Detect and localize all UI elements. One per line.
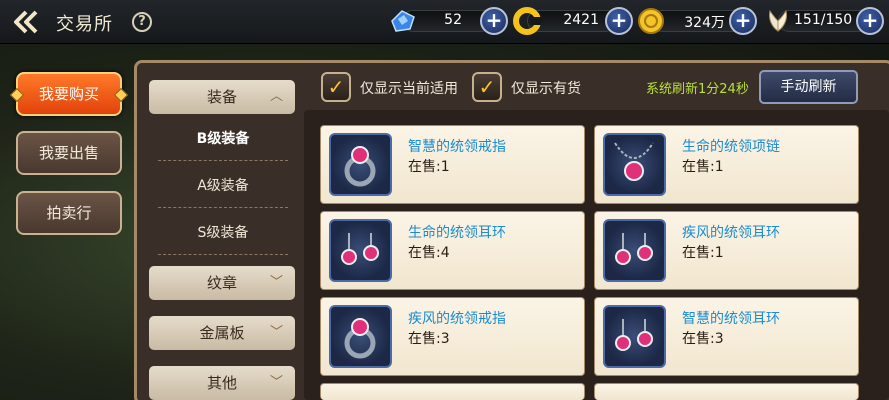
item-card[interactable]: 生命的统领项链 在售:1 <box>594 125 859 204</box>
blue-crystal-icon <box>388 7 416 35</box>
item-stock: 在售:1 <box>682 245 724 261</box>
sub-category-s[interactable]: S级装备 <box>158 215 288 255</box>
tab-sell[interactable]: 我要出售 <box>16 131 122 175</box>
gold-c-coin-icon <box>513 7 541 35</box>
diamond-ornament-icon <box>9 87 25 103</box>
resource-gold: 324万 + <box>637 7 759 35</box>
filter-in-stock-label: 仅显示有货 <box>511 81 581 97</box>
item-name: 疾风的统领耳环 <box>682 225 780 241</box>
filter-in-stock-checkbox[interactable]: ✓ <box>472 72 502 102</box>
add-c-coin-button[interactable]: + <box>605 7 633 35</box>
item-stock: 在售:3 <box>408 331 450 347</box>
help-icon[interactable]: ? <box>132 12 152 32</box>
tab-auction[interactable]: 拍卖行 <box>16 191 122 235</box>
item-stock: 在售:4 <box>408 245 450 261</box>
category-equipment-label: 装备 <box>206 88 237 106</box>
sub-category-b[interactable]: B级装备 <box>158 121 288 161</box>
item-card[interactable]: 智慧的统领戒指 在售:1 <box>320 125 585 204</box>
back-arrow-icon[interactable] <box>10 8 40 36</box>
necklace-icon <box>603 133 666 196</box>
gold-coin-icon <box>637 7 665 35</box>
refresh-timer: 系统刷新1分24秒 <box>646 82 749 97</box>
resource-stamina: 151/150 + <box>764 7 886 35</box>
chevron-down-icon: ﹀ <box>269 325 283 340</box>
manual-refresh-button[interactable]: 手动刷新 <box>759 70 858 104</box>
c-coin-value: 2421 <box>563 12 599 28</box>
category-other-label: 其他 <box>206 374 237 392</box>
add-gold-button[interactable]: + <box>729 7 757 35</box>
category-equipment[interactable]: 装备 ︿ <box>149 80 295 114</box>
item-name: 智慧的统领戒指 <box>408 139 506 155</box>
tab-auction-label: 拍卖行 <box>46 204 92 222</box>
chevron-up-icon: ︿ <box>269 89 283 104</box>
ring-icon <box>329 133 392 196</box>
gold-value: 324万 <box>684 15 725 31</box>
tab-buy-label: 我要购买 <box>38 85 99 103</box>
item-card[interactable]: 疾风的统领戒指 在售:3 <box>320 297 585 376</box>
item-name: 生命的统领耳环 <box>408 225 506 241</box>
earring-icon <box>329 219 392 282</box>
earring-icon <box>603 219 666 282</box>
resource-crystal: 52 + <box>388 7 508 35</box>
tab-sell-label: 我要出售 <box>38 144 99 162</box>
item-card-partial[interactable] <box>594 383 859 400</box>
item-name: 疾风的统领戒指 <box>408 311 506 327</box>
category-metal-plate-label: 金属板 <box>199 324 245 342</box>
category-emblem[interactable]: 纹章 ﹀ <box>149 266 295 300</box>
checkmark-icon: ✓ <box>327 75 345 99</box>
item-name: 生命的统领项链 <box>682 139 780 155</box>
item-stock: 在售:3 <box>682 331 724 347</box>
item-card[interactable]: 生命的统领耳环 在售:4 <box>320 211 585 290</box>
tab-buy[interactable]: 我要购买 <box>9 72 129 116</box>
crystal-value: 52 <box>444 12 462 28</box>
chevron-down-icon: ﹀ <box>269 275 283 290</box>
category-other[interactable]: 其他 ﹀ <box>149 366 295 400</box>
add-crystal-button[interactable]: + <box>480 7 508 35</box>
item-card-partial[interactable] <box>320 383 585 400</box>
category-emblem-label: 纹章 <box>206 274 237 292</box>
item-stock: 在售:1 <box>682 159 724 175</box>
chevron-down-icon: ﹀ <box>269 375 283 390</box>
diamond-ornament-icon <box>113 87 129 103</box>
filter-applicable-checkbox[interactable]: ✓ <box>321 72 351 102</box>
item-name: 智慧的统领耳环 <box>682 311 780 327</box>
page-title: 交易所 <box>56 14 113 35</box>
earring-icon <box>603 305 666 368</box>
filter-applicable-label: 仅显示当前适用 <box>360 81 458 97</box>
ring-icon <box>329 305 392 368</box>
resource-c-coin: 2421 + <box>513 7 635 35</box>
item-stock: 在售:1 <box>408 159 450 175</box>
sub-category-a[interactable]: A级装备 <box>158 168 288 208</box>
top-bar: 交易所 ? 52 + 2421 + 324万 + 151/150 + <box>0 0 889 44</box>
stamina-value: 151/150 <box>794 12 853 28</box>
category-metal-plate[interactable]: 金属板 ﹀ <box>149 316 295 350</box>
item-card[interactable]: 疾风的统领耳环 在售:1 <box>594 211 859 290</box>
wing-stamina-icon <box>764 7 792 35</box>
item-card[interactable]: 智慧的统领耳环 在售:3 <box>594 297 859 376</box>
add-stamina-button[interactable]: + <box>856 7 884 35</box>
checkmark-icon: ✓ <box>478 75 496 99</box>
